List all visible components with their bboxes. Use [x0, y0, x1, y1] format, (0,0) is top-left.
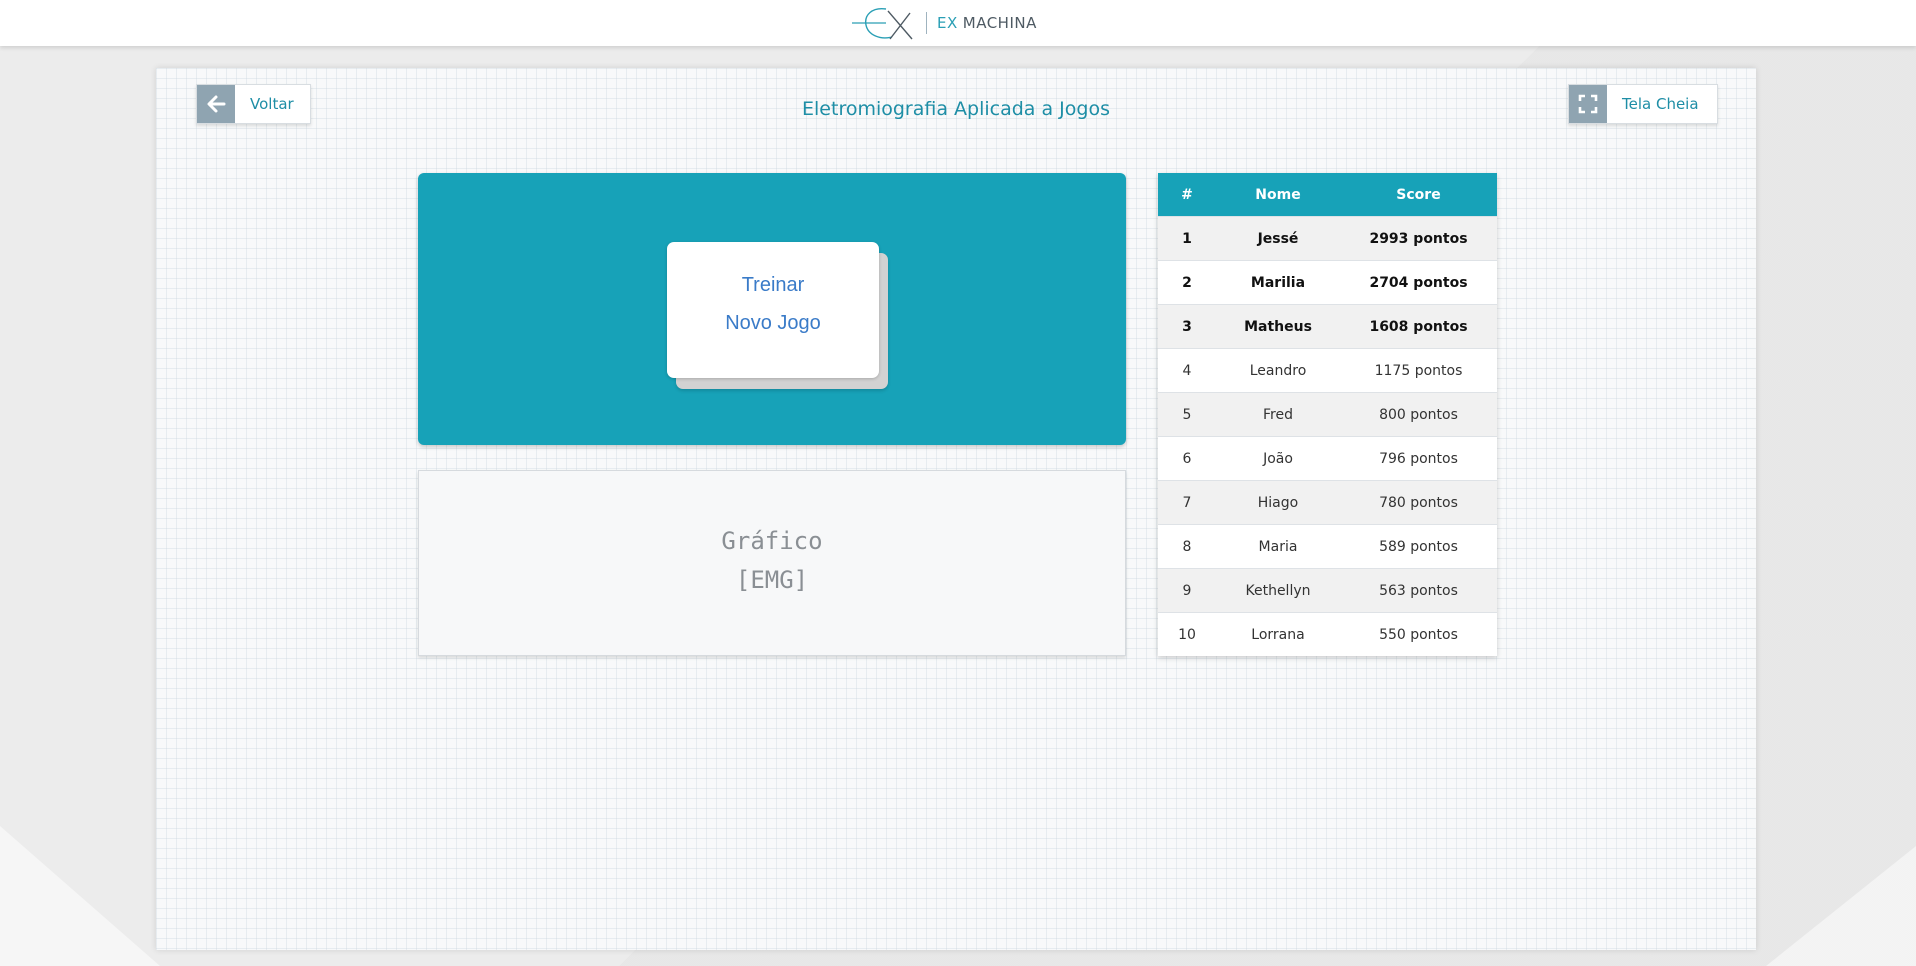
table-row: 1 Jessé 2993 pontos [1158, 216, 1497, 261]
table-row: 9 Kethellyn 563 pontos [1158, 568, 1497, 613]
player-name: Kethellyn [1216, 568, 1340, 613]
player-name: Leandro [1216, 348, 1340, 393]
top-bar: EX MACHINA [0, 0, 1916, 46]
player-name: Lorrana [1216, 612, 1340, 656]
background-decoration [1766, 846, 1916, 966]
logo-divider [926, 12, 927, 34]
player-name: Matheus [1216, 304, 1340, 349]
table-row: 7 Hiago 780 pontos [1158, 480, 1497, 525]
rank-position: 9 [1158, 568, 1216, 613]
player-score: 796 pontos [1340, 436, 1497, 481]
fullscreen-button-label: Tela Cheia [1622, 95, 1699, 113]
background-decoration [0, 826, 160, 966]
fullscreen-icon [1569, 85, 1607, 123]
column-header-position: # [1158, 173, 1216, 217]
player-name: Fred [1216, 392, 1340, 437]
player-name: Marilia [1216, 260, 1340, 305]
rank-position: 5 [1158, 392, 1216, 437]
rank-position: 10 [1158, 612, 1216, 656]
game-menu: Treinar Novo Jogo [667, 242, 879, 378]
player-score: 589 pontos [1340, 524, 1497, 569]
player-score: 1608 pontos [1340, 304, 1497, 349]
table-row: 6 João 796 pontos [1158, 436, 1497, 481]
player-score: 1175 pontos [1340, 348, 1497, 393]
train-option[interactable]: Treinar [667, 274, 879, 297]
fullscreen-button[interactable]: Tela Cheia [1568, 84, 1718, 124]
player-score: 563 pontos [1340, 568, 1497, 613]
player-score: 550 pontos [1340, 612, 1497, 656]
emg-graph-placeholder: Gráfico [EMG] [418, 470, 1126, 656]
game-area[interactable]: Treinar Novo Jogo [418, 173, 1126, 445]
ranking-table: # Nome Score 1 Jessé 2993 pontos 2 Maril… [1158, 173, 1497, 656]
rank-position: 8 [1158, 524, 1216, 569]
player-name: João [1216, 436, 1340, 481]
player-name: Jessé [1216, 216, 1340, 261]
rank-position: 7 [1158, 480, 1216, 525]
column-header-score: Score [1340, 173, 1497, 217]
ex-logo-icon [852, 8, 913, 40]
main-panel: Voltar Eletromiografia Aplicada a Jogos … [156, 68, 1756, 950]
graph-title: Gráfico [721, 527, 823, 555]
rank-position: 6 [1158, 436, 1216, 481]
new-game-option[interactable]: Novo Jogo [667, 312, 879, 335]
logo-name-text: MACHINA [962, 14, 1037, 32]
table-row: 8 Maria 589 pontos [1158, 524, 1497, 569]
table-row: 10 Lorrana 550 pontos [1158, 612, 1497, 656]
player-score: 2993 pontos [1340, 216, 1497, 261]
table-row: 4 Leandro 1175 pontos [1158, 348, 1497, 393]
logo-ex-text: EX [937, 14, 958, 32]
table-row: 5 Fred 800 pontos [1158, 392, 1497, 437]
graph-subtitle: [EMG] [735, 566, 809, 594]
rank-position: 3 [1158, 304, 1216, 349]
ranking-header-row: # Nome Score [1158, 173, 1497, 217]
player-score: 800 pontos [1340, 392, 1497, 437]
table-row: 3 Matheus 1608 pontos [1158, 304, 1497, 349]
rank-position: 4 [1158, 348, 1216, 393]
player-score: 2704 pontos [1340, 260, 1497, 305]
player-score: 780 pontos [1340, 480, 1497, 525]
player-name: Maria [1216, 524, 1340, 569]
column-header-name: Nome [1216, 173, 1340, 217]
player-name: Hiago [1216, 480, 1340, 525]
table-row: 2 Marilia 2704 pontos [1158, 260, 1497, 305]
logo[interactable]: EX MACHINA [852, 3, 1037, 43]
rank-position: 1 [1158, 216, 1216, 261]
page-title: Eletromiografia Aplicada a Jogos [802, 98, 1110, 120]
rank-position: 2 [1158, 260, 1216, 305]
